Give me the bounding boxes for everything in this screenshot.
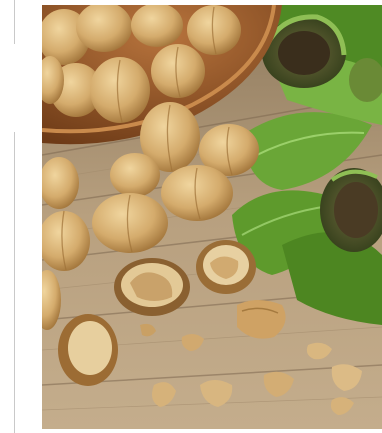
walnut-photo-illustration	[42, 5, 382, 429]
margin-rule-bottom	[14, 132, 15, 433]
margin-rule-top	[14, 0, 15, 44]
walnut-photo	[42, 5, 382, 429]
page	[0, 0, 382, 433]
